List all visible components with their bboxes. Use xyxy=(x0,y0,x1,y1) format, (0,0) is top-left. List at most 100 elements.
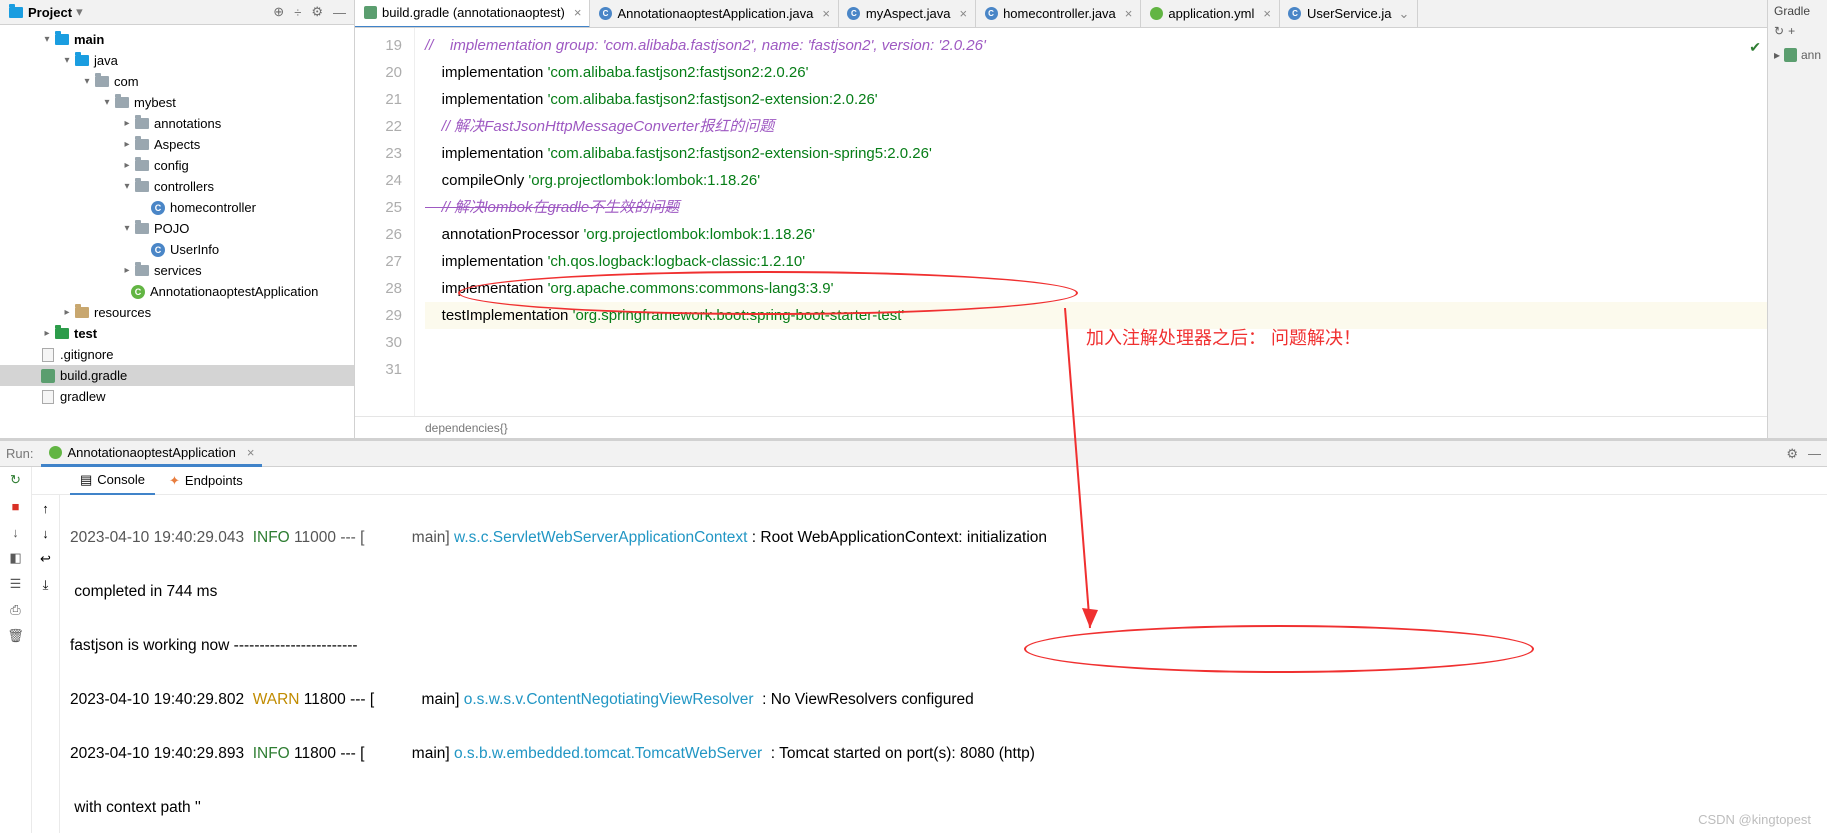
hide-icon[interactable]: — xyxy=(333,5,346,20)
rerun-icon[interactable]: ↻ xyxy=(7,471,25,489)
tree-node-annotations[interactable]: ▸annotations xyxy=(0,113,354,134)
tree-label: Aspects xyxy=(154,137,200,152)
tab-label: UserService.ja xyxy=(1307,6,1392,21)
line-number: 27 xyxy=(355,248,402,275)
close-icon[interactable]: × xyxy=(574,5,582,20)
tree-node-gitignore[interactable]: .gitignore xyxy=(0,344,354,365)
tab-app[interactable]: CAnnotationaoptestApplication.java× xyxy=(590,0,838,28)
code-line: implementation 'com.alibaba.fastjson2:fa… xyxy=(425,140,1767,167)
project-tree: ▾main ▾java ▾com ▾mybest ▸annotations ▸A… xyxy=(0,25,354,438)
print-icon[interactable]: ⎙ xyxy=(7,601,25,619)
gradle-item[interactable]: ▸ ann xyxy=(1774,48,1821,62)
camera-icon[interactable]: ◧ xyxy=(7,549,25,567)
tree-node-appclass[interactable]: CAnnotationaoptestApplication xyxy=(0,281,354,302)
line-number: 30 xyxy=(355,329,402,356)
close-icon[interactable]: × xyxy=(1125,6,1133,21)
tab-label: AnnotationaoptestApplication.java xyxy=(617,6,813,21)
close-icon[interactable]: × xyxy=(822,6,830,21)
stop-icon[interactable]: ■ xyxy=(7,497,25,515)
tree-node-userinfo[interactable]: CUserInfo xyxy=(0,239,354,260)
tree-node-services[interactable]: ▸services xyxy=(0,260,354,281)
code-line: implementation 'com.alibaba.fastjson2:fa… xyxy=(425,59,1767,86)
line-number: 23 xyxy=(355,140,402,167)
layout-icon[interactable]: ☰ xyxy=(7,575,25,593)
refresh-icon[interactable]: ↻ xyxy=(1774,24,1784,38)
code-editor[interactable]: 19 20 21 22 23 24 25 26 27 28 29 30 31 ✔ xyxy=(355,28,1767,416)
log-line: 2023-04-10 19:40:29.802 WARN 11800 --- [… xyxy=(70,686,1817,713)
tree-node-main[interactable]: ▾main xyxy=(0,29,354,50)
tree-label: java xyxy=(94,53,118,68)
project-header: Project ▾ ⊕ ÷ ⚙ — xyxy=(0,0,354,25)
log-line: 2023-04-10 19:40:29.043 INFO 11000 --- [… xyxy=(70,524,1817,551)
tree-label: gradlew xyxy=(60,389,106,404)
log-line: with context path '' xyxy=(70,794,1817,821)
tree-node-com[interactable]: ▾com xyxy=(0,71,354,92)
code-line: annotationProcessor 'org.projectlombok:l… xyxy=(425,221,1767,248)
project-title[interactable]: Project xyxy=(28,5,72,20)
line-number: 24 xyxy=(355,167,402,194)
tab-userservice[interactable]: CUserService.ja⌄ xyxy=(1280,0,1418,28)
tab-overflow-icon[interactable]: ⌄ xyxy=(1399,6,1410,22)
tree-label: test xyxy=(74,326,97,341)
tree-node-mybest[interactable]: ▾mybest xyxy=(0,92,354,113)
log-line: 2023-04-10 19:40:29.893 INFO 11800 --- [… xyxy=(70,740,1817,767)
tree-node-test[interactable]: ▸test xyxy=(0,323,354,344)
down-icon[interactable]: ↓ xyxy=(7,523,25,541)
log-line: fastjson is working now ----------------… xyxy=(70,632,1817,659)
settings-icon[interactable]: ⚙ xyxy=(311,4,323,20)
close-icon[interactable]: × xyxy=(959,6,967,21)
code-line: // 解决FastJsonHttpMessageConverter报红的问题 xyxy=(425,113,1767,140)
run-hide-icon[interactable]: — xyxy=(1808,446,1821,461)
tree-node-pojo[interactable]: ▾POJO xyxy=(0,218,354,239)
line-number: 21 xyxy=(355,86,402,113)
subtab-label: Console xyxy=(97,472,145,487)
gradle-toolbar[interactable]: ↻ + xyxy=(1774,24,1821,38)
line-number: 25 xyxy=(355,194,402,221)
select-opened-icon[interactable]: ⊕ xyxy=(273,4,284,20)
add-icon[interactable]: + xyxy=(1788,24,1795,38)
tab-build-gradle[interactable]: build.gradle (annotationaoptest)× xyxy=(355,0,590,28)
tree-label: resources xyxy=(94,305,151,320)
tree-node-config[interactable]: ▸config xyxy=(0,155,354,176)
run-subtabs: ▤ Console ✦Endpoints xyxy=(32,467,1827,495)
subtab-label: Endpoints xyxy=(185,473,243,488)
wrap-icon[interactable]: ↩ xyxy=(40,551,51,567)
tree-node-homecontroller[interactable]: Chomecontroller xyxy=(0,197,354,218)
close-icon[interactable]: × xyxy=(247,445,255,460)
tab-homecontroller[interactable]: Chomecontroller.java× xyxy=(976,0,1141,28)
tree-node-controllers[interactable]: ▾controllers xyxy=(0,176,354,197)
tab-myaspect[interactable]: CmyAspect.java× xyxy=(839,0,976,28)
subtab-console[interactable]: ▤ Console xyxy=(70,467,155,495)
run-config-tab[interactable]: AnnotationaoptestApplication× xyxy=(41,441,262,467)
code-line: // 解决lombok在gradle不生效的问题 xyxy=(425,194,1767,221)
trash-icon[interactable]: 🗑 xyxy=(7,627,25,645)
gradle-title[interactable]: Gradle xyxy=(1774,4,1810,18)
console-icon: ▤ xyxy=(80,472,92,488)
tree-node-gradlew[interactable]: gradlew xyxy=(0,386,354,407)
breadcrumb[interactable]: dependencies{} xyxy=(355,416,1767,438)
gutter: 19 20 21 22 23 24 25 26 27 28 29 30 31 xyxy=(355,28,415,416)
tree-label: annotations xyxy=(154,116,221,131)
project-dropdown-icon[interactable]: ▾ xyxy=(76,4,83,20)
tree-label: homecontroller xyxy=(170,200,256,215)
run-settings-icon[interactable]: ⚙ xyxy=(1786,446,1798,462)
collapse-icon[interactable]: ÷ xyxy=(294,5,301,20)
tree-node-resources[interactable]: ▸resources xyxy=(0,302,354,323)
tree-node-java[interactable]: ▾java xyxy=(0,50,354,71)
tree-label: config xyxy=(154,158,189,173)
subtab-endpoints[interactable]: ✦Endpoints xyxy=(159,467,253,495)
spring-icon xyxy=(49,446,62,459)
tree-label: .gitignore xyxy=(60,347,113,362)
scroll-down-icon[interactable]: ↓ xyxy=(42,526,49,541)
log-line: completed in 744 ms xyxy=(70,578,1817,605)
run-toolbar: ↻ ■ ↓ ◧ ☰ ⎙ 🗑 xyxy=(0,467,32,833)
scroll-up-icon[interactable]: ↑ xyxy=(42,501,49,516)
code-content[interactable]: ✔ // implementation group: 'com.alibaba.… xyxy=(415,28,1767,416)
tree-node-buildgradle[interactable]: build.gradle xyxy=(0,365,354,386)
tab-application-yml[interactable]: application.yml× xyxy=(1141,0,1280,28)
console-output[interactable]: 2023-04-10 19:40:29.043 INFO 11000 --- [… xyxy=(60,495,1827,833)
tree-node-aspects[interactable]: ▸Aspects xyxy=(0,134,354,155)
scroll-end-icon[interactable]: ⤓ xyxy=(43,577,49,593)
console-toolbar: ↑ ↓ ↩ ⤓ xyxy=(32,495,60,833)
close-icon[interactable]: × xyxy=(1263,6,1271,21)
